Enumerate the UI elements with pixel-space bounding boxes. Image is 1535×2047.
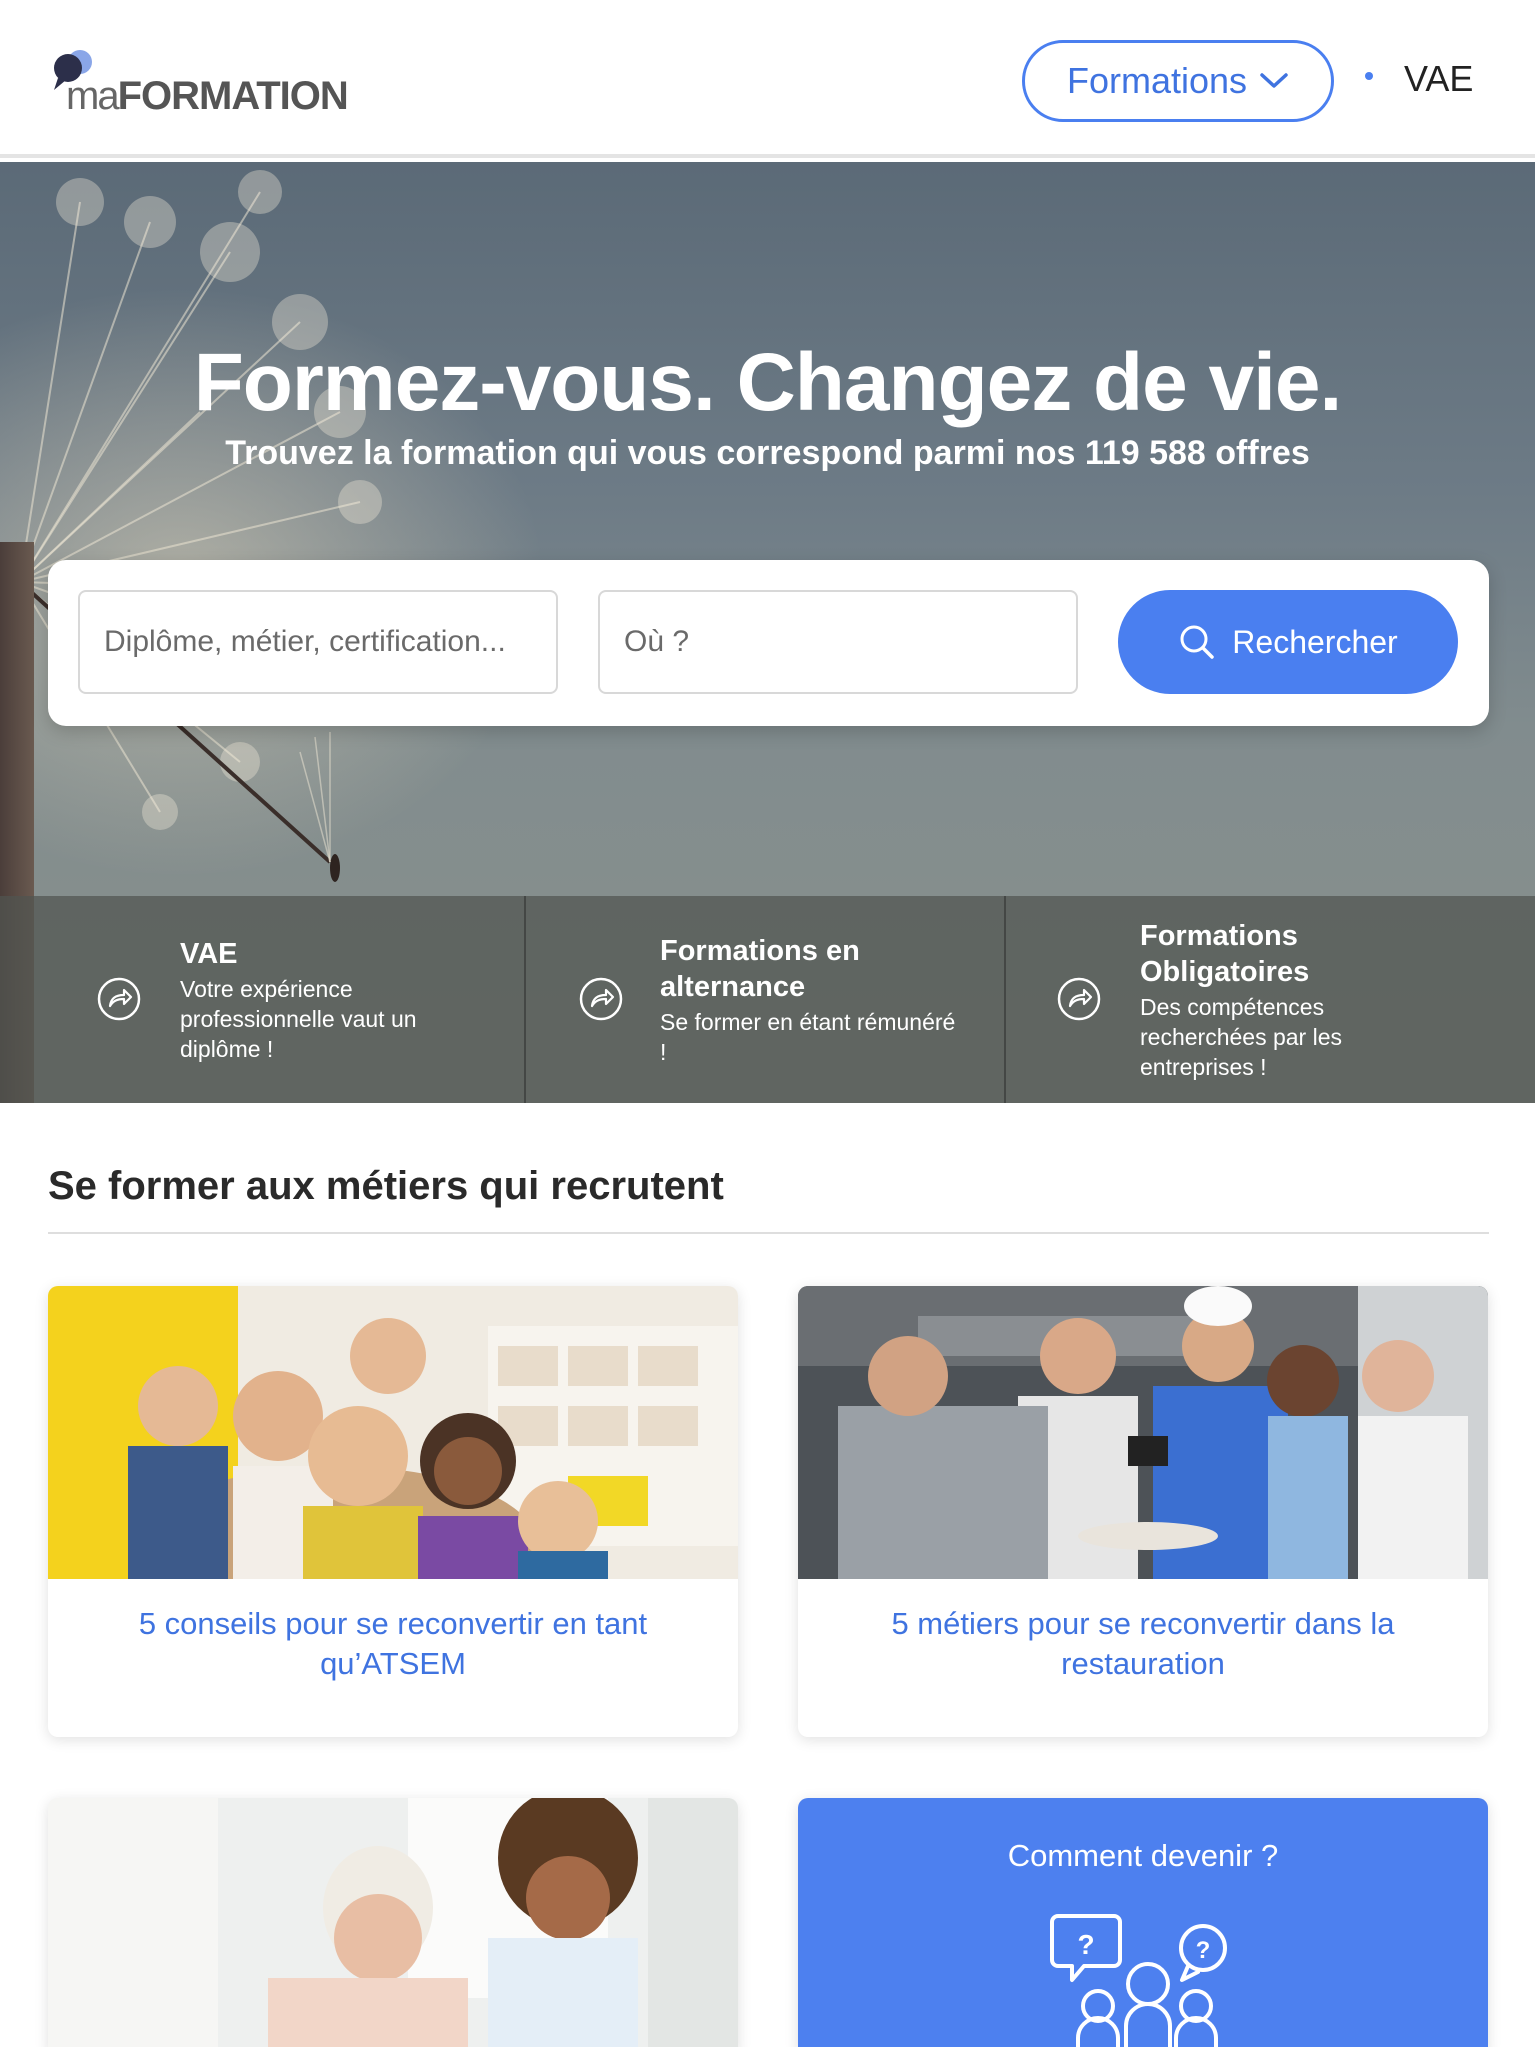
- search-where-input[interactable]: [598, 590, 1078, 694]
- quick-link-alternance[interactable]: Formations en alternance Se former en ét…: [526, 896, 1006, 1103]
- quick-link-text: Formations en alternance Se former en ét…: [660, 896, 960, 1103]
- classroom-children-photo: [48, 1286, 738, 1579]
- search-what-input[interactable]: [78, 590, 558, 694]
- hero-title: Formez-vous. Changez de vie.: [193, 337, 1343, 428]
- quick-link-description: Votre expérience professionnelle vaut un…: [180, 975, 417, 1062]
- quick-link-title: Formations en alternance: [660, 934, 860, 1003]
- section-divider: [48, 1232, 1489, 1234]
- logo-main: FORMATION: [117, 74, 349, 118]
- quick-link-obligatoires[interactable]: Formations Obligatoires Des compétences …: [1006, 896, 1535, 1103]
- nav-formations-dropdown[interactable]: Formations: [1022, 40, 1334, 122]
- logo-wordmark: maFORMATION: [66, 72, 349, 120]
- quick-link-description: Des compétences recherchées par les entr…: [1140, 993, 1342, 1080]
- people-questions-icon: ? ?: [1050, 1914, 1227, 2047]
- svg-text:?: ?: [1077, 1929, 1094, 1960]
- caregiver-senior-photo: [48, 1798, 738, 2047]
- hero-subtitle: Trouvez la formation qui vous correspond…: [225, 434, 1310, 472]
- how-to-become-card[interactable]: Comment devenir ? ? ?: [798, 1798, 1488, 2047]
- article-card-title: 5 métiers pour se reconvertir dans la re…: [891, 1606, 1395, 1681]
- nav-vae-link[interactable]: VAE: [1404, 58, 1473, 100]
- search-button-label: Rechercher: [1232, 623, 1398, 660]
- search-button[interactable]: Rechercher: [1118, 590, 1458, 694]
- quick-link-text: Formations Obligatoires Des compétences …: [1140, 896, 1440, 1103]
- quick-link-text: VAE Votre expérience professionnelle vau…: [180, 896, 480, 1103]
- search-form: Rechercher: [48, 560, 1489, 726]
- search-icon: [1180, 625, 1215, 659]
- logo-prefix: ma: [66, 74, 120, 118]
- share-arrow-icon: [1057, 977, 1101, 1021]
- nav-formations-label: Formations: [1066, 60, 1248, 101]
- kitchen-team-photo: [798, 1286, 1488, 1579]
- hero-banner: Formez-vous. Changez de vie. Trouvez la …: [0, 162, 1535, 1103]
- share-arrow-icon: [97, 977, 141, 1021]
- share-arrow-icon: [579, 977, 623, 1021]
- chevron-down-icon: [1260, 73, 1288, 88]
- svg-text:?: ?: [1196, 1937, 1211, 1964]
- quick-link-title: VAE: [180, 937, 238, 970]
- article-card-aide-personne[interactable]: [48, 1798, 738, 2047]
- article-card-restauration[interactable]: 5 métiers pour se reconvertir dans la re…: [798, 1286, 1488, 1737]
- quick-link-vae[interactable]: VAE Votre expérience professionnelle vau…: [0, 896, 526, 1103]
- how-to-become-title: Comment devenir ?: [1007, 1838, 1279, 1873]
- quick-link-title: Formations Obligatoires: [1140, 919, 1310, 988]
- quick-links-bar: VAE Votre expérience professionnelle vau…: [0, 896, 1535, 1103]
- article-card-atsem[interactable]: 5 conseils pour se reconvertir en tant q…: [48, 1286, 738, 1737]
- section-title: Se former aux métiers qui recrutent: [48, 1164, 724, 1208]
- nav-separator-dot: [1365, 72, 1373, 80]
- site-header: maFORMATION Formations VAE: [0, 0, 1535, 158]
- site-logo[interactable]: maFORMATION: [50, 48, 350, 120]
- quick-link-description: Se former en étant rémunéré !: [660, 1008, 956, 1065]
- article-card-title: 5 conseils pour se reconvertir en tant q…: [138, 1606, 648, 1681]
